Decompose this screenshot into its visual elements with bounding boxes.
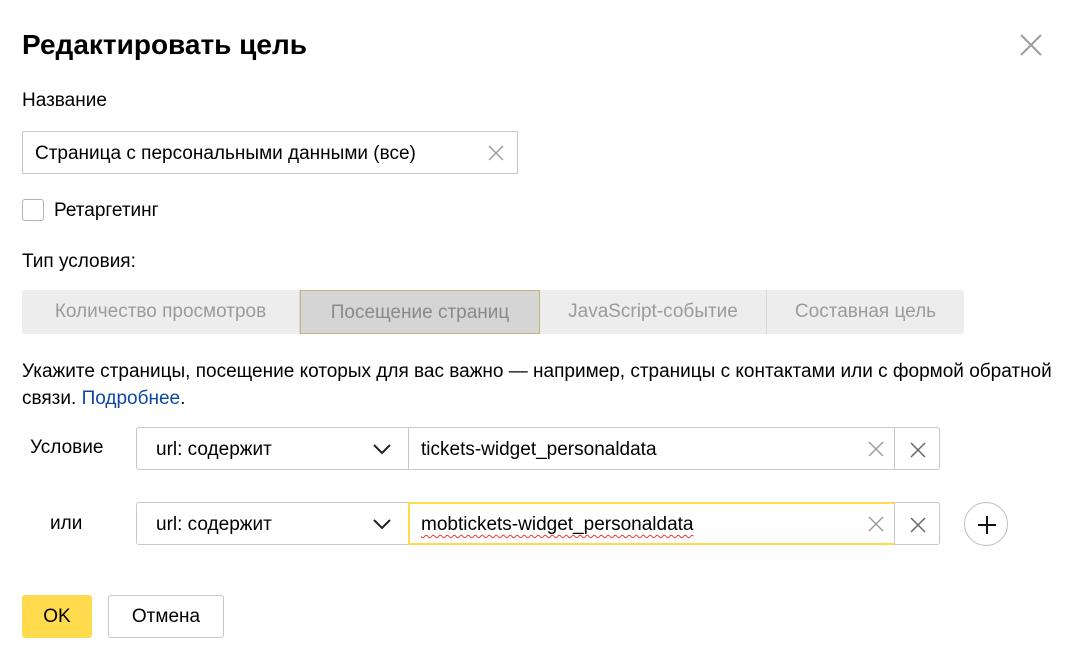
clear-icon[interactable]	[863, 511, 889, 537]
cancel-button[interactable]: Отмена	[108, 595, 224, 638]
condition-operator-select[interactable]: url: содержит	[136, 502, 409, 545]
add-condition-button[interactable]	[964, 502, 1008, 546]
ok-button[interactable]: OK	[22, 595, 92, 638]
chevron-down-icon	[372, 441, 392, 457]
tab-javascript-event[interactable]: JavaScript-событие	[540, 290, 767, 334]
tab-composite-goal[interactable]: Составная цель	[767, 290, 964, 334]
condition-type-tabs: Количество просмотров Посещение страниц …	[22, 290, 964, 334]
condition-type-label: Тип условия:	[22, 251, 136, 272]
name-label: Название	[22, 90, 107, 111]
tab-views-count[interactable]: Количество просмотров	[22, 290, 300, 334]
close-icon	[910, 517, 926, 533]
tab-page-visits[interactable]: Посещение страниц	[300, 290, 540, 334]
close-icon	[910, 442, 926, 458]
clear-icon[interactable]	[863, 436, 889, 462]
name-input[interactable]: Страница с персональными данными (все)	[22, 131, 518, 174]
condition-value-input[interactable]: tickets-widget_personaldata	[408, 427, 896, 470]
learn-more-link[interactable]: Подробнее	[82, 388, 181, 409]
plus-icon	[978, 516, 996, 534]
retargeting-checkbox[interactable]	[22, 199, 44, 221]
name-input-value: Страница с персональными данными (все)	[35, 143, 416, 164]
condition-value-input-focused[interactable]: mobtickets-widget_personaldata	[408, 502, 896, 545]
chevron-down-icon	[372, 516, 392, 532]
close-icon[interactable]	[1014, 28, 1048, 62]
dialog-title: Редактировать цель	[22, 29, 307, 60]
remove-condition-button[interactable]	[894, 427, 940, 470]
retargeting-label[interactable]: Ретаргетинг	[54, 199, 159, 223]
condition-operator-select[interactable]: url: содержит	[136, 427, 409, 470]
condition-label: Условие	[30, 437, 104, 458]
description-text: Укажите страницы, посещение которых для …	[22, 361, 1052, 409]
clear-icon[interactable]	[483, 140, 509, 166]
or-label: или	[50, 513, 83, 534]
remove-condition-button[interactable]	[894, 502, 940, 545]
